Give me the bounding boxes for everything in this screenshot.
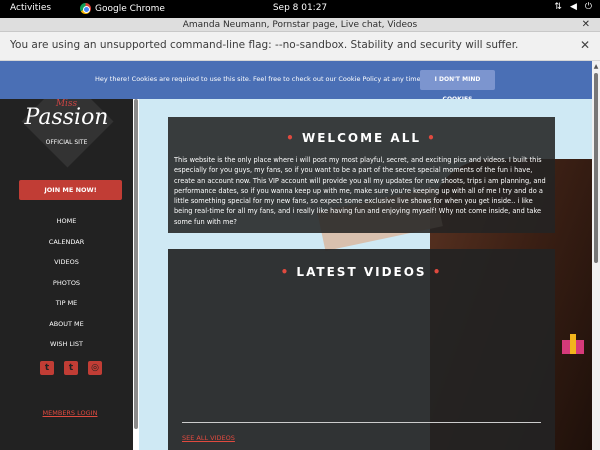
instagram-icon[interactable]: ◎ xyxy=(88,361,102,375)
cookie-banner: Hey there! Cookies are required to use t… xyxy=(0,61,592,103)
sidebar-scrollbar-thumb[interactable] xyxy=(134,99,138,429)
window-title-bar: Amanda Neumann, Pornstar page, Live chat… xyxy=(0,18,600,32)
members-login-link[interactable]: MEMBERS LOGIN xyxy=(0,409,140,417)
page-scrollbar-thumb[interactable] xyxy=(594,73,598,263)
welcome-heading-text: WELCOME ALL xyxy=(302,131,421,145)
latest-videos-panel: • LATEST VIDEOS • SEE ALL VIDEOS xyxy=(168,249,555,450)
nav-home[interactable]: HOME xyxy=(0,211,133,232)
videos-heading: • LATEST VIDEOS • xyxy=(168,265,555,279)
infobar-message: You are using an unsupported command-lin… xyxy=(10,39,519,51)
close-icon[interactable]: ✕ xyxy=(582,18,590,32)
accept-cookies-button[interactable]: I DON'T MIND COOKIES xyxy=(420,70,495,103)
volume-icon: ◀ xyxy=(569,2,577,12)
logo-name: Passion xyxy=(24,105,109,130)
heading-dot: • xyxy=(280,265,291,279)
videos-heading-text: LATEST VIDEOS xyxy=(296,265,427,279)
page-content: Miss Passion OFFICIAL SITE JOIN ME NOW! … xyxy=(0,99,592,450)
official-site-label: OFFICIAL SITE xyxy=(45,139,88,146)
close-icon[interactable]: ✕ xyxy=(580,38,590,52)
page-scrollbar[interactable]: ▲ xyxy=(592,61,600,450)
window-title: Amanda Neumann, Pornstar page, Live chat… xyxy=(182,20,418,30)
os-top-bar: Activities Google Chrome Sep 8 01:27 ⇅ ◀… xyxy=(0,0,600,18)
heading-dot: • xyxy=(432,265,443,279)
nav-videos[interactable]: VIDEOS xyxy=(0,252,133,273)
scroll-up-icon[interactable]: ▲ xyxy=(592,63,600,70)
twitter-icon[interactable]: t xyxy=(64,361,78,375)
sidebar: Miss Passion OFFICIAL SITE JOIN ME NOW! … xyxy=(0,99,133,450)
welcome-heading: • WELCOME ALL • xyxy=(168,131,555,145)
power-icon: ⏻ xyxy=(584,2,592,12)
gift-icon[interactable] xyxy=(562,334,584,354)
cookie-text: Hey there! Cookies are required to use t… xyxy=(95,75,423,83)
clock[interactable]: Sep 8 01:27 xyxy=(0,3,600,13)
site-logo[interactable]: Miss Passion xyxy=(0,99,133,130)
nav-photos[interactable]: PHOTOS xyxy=(0,273,133,294)
sandbox-warning-infobar: You are using an unsupported command-lin… xyxy=(0,32,600,61)
see-all-videos-link[interactable]: SEE ALL VIDEOS xyxy=(182,434,235,442)
sidebar-nav: HOME CALENDAR VIDEOS PHOTOS TIP ME ABOUT… xyxy=(0,211,133,355)
gift-ribbon xyxy=(570,334,576,354)
heading-dot: • xyxy=(286,131,296,145)
social-links: t t ◎ xyxy=(40,361,102,375)
sidebar-scrollbar[interactable] xyxy=(133,99,139,450)
nav-wish-list[interactable]: WISH LIST xyxy=(0,334,133,355)
nav-tip-me[interactable]: TIP ME xyxy=(0,293,133,314)
network-icon: ⇅ xyxy=(554,2,562,12)
join-button[interactable]: JOIN ME NOW! xyxy=(19,180,122,200)
divider xyxy=(182,422,541,423)
welcome-text: This website is the only place where i w… xyxy=(174,156,546,226)
system-tray[interactable]: ⇅ ◀ ⏻ xyxy=(554,2,592,12)
tumblr-icon[interactable]: t xyxy=(40,361,54,375)
heading-dot: • xyxy=(427,131,437,145)
welcome-panel: • WELCOME ALL • This website is the only… xyxy=(168,117,555,233)
nav-about-me[interactable]: ABOUT ME xyxy=(0,314,133,335)
nav-calendar[interactable]: CALENDAR xyxy=(0,232,133,253)
